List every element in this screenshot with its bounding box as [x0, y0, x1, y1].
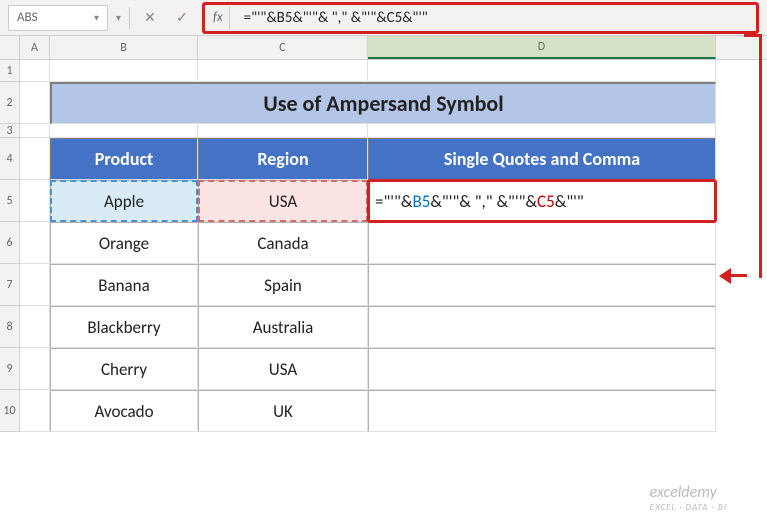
header-product[interactable]: Product [50, 138, 198, 180]
cell-D10[interactable] [368, 390, 716, 432]
cell-D7[interactable] [368, 264, 716, 306]
cell-D6[interactable] [368, 222, 716, 264]
annotation-arrow-head [719, 268, 731, 284]
cell-C10[interactable]: UK [198, 390, 368, 432]
cell-D8[interactable] [368, 306, 716, 348]
title-cell[interactable]: Use of Ampersand Symbol [50, 82, 716, 124]
row-9: 9 Cherry USA [0, 348, 767, 390]
select-all-corner[interactable] [0, 36, 20, 59]
row-6: 6 Orange Canada [0, 222, 767, 264]
cell-B5[interactable]: Apple [50, 180, 198, 222]
formula-bar-highlight: fx ="'"&B5&"'"& "," &"'"&C5&"'" [202, 2, 759, 34]
fx-label: fx [213, 10, 223, 25]
row-header-5[interactable]: 5 [0, 180, 20, 222]
cell-C6[interactable]: Canada [198, 222, 368, 264]
cell-B10[interactable]: Avocado [50, 390, 198, 432]
cell-A5[interactable] [20, 180, 50, 222]
cell-C7[interactable]: Spain [198, 264, 368, 306]
cell-C5[interactable]: USA [198, 180, 368, 222]
watermark: exceldemy EXCEL · DATA · BI [650, 483, 727, 513]
cell-formula-display: ="'"&B5&"'"& "," &"'"&C5&"'" [369, 191, 715, 212]
cell-C3[interactable] [198, 124, 368, 138]
row-header-6[interactable]: 6 [0, 222, 20, 264]
header-region[interactable]: Region [198, 138, 368, 180]
row-header-7[interactable]: 7 [0, 264, 20, 306]
column-headers: A B C D [0, 36, 767, 60]
cell-B1[interactable] [50, 60, 198, 82]
row-10: 10 Avocado UK [0, 390, 767, 432]
cell-A4[interactable] [20, 138, 50, 180]
cell-A9[interactable] [20, 348, 50, 390]
chevron-down-icon[interactable]: ▾ [94, 11, 99, 24]
formula-bar-input[interactable]: ="'"&B5&"'"& "," &"'"&C5&"'" [236, 5, 752, 31]
row-4: 4 Product Region Single Quotes and Comma [0, 138, 767, 180]
cell-A6[interactable] [20, 222, 50, 264]
cell-D3[interactable] [368, 124, 716, 138]
col-header-B[interactable]: B [50, 36, 198, 59]
chevron-down-icon[interactable]: ▾ [116, 11, 121, 24]
cell-D1[interactable] [368, 60, 716, 82]
cell-A3[interactable] [20, 124, 50, 138]
cell-B7[interactable]: Banana [50, 264, 198, 306]
col-header-C[interactable]: C [198, 36, 368, 59]
row-header-4[interactable]: 4 [0, 138, 20, 180]
name-box[interactable]: ABS ▾ [8, 5, 108, 31]
cell-A8[interactable] [20, 306, 50, 348]
cell-C9[interactable]: USA [198, 348, 368, 390]
cell-B3[interactable] [50, 124, 198, 138]
cell-D5-active[interactable]: ="'"&B5&"'"& "," &"'"&C5&"'" [368, 180, 716, 222]
cell-D9[interactable] [368, 348, 716, 390]
divider [229, 7, 230, 29]
cell-B9[interactable]: Cherry [50, 348, 198, 390]
col-header-D[interactable]: D [368, 36, 716, 59]
name-box-value: ABS [17, 10, 38, 25]
formula-toolbar: ABS ▾ ▾ ✕ ✓ fx ="'"&B5&"'"& "," &"'"&C5&… [0, 0, 767, 36]
cell-B6[interactable]: Orange [50, 222, 198, 264]
cell-A2[interactable] [20, 82, 50, 124]
spreadsheet-grid[interactable]: A B C D 1 2 Use of Ampersand Symbol 3 4 … [0, 36, 767, 432]
row-3: 3 [0, 124, 767, 138]
row-5: 5 Apple USA ="'"&B5&"'"& "," &"'"&C5&"'" [0, 180, 767, 222]
cell-C1[interactable] [198, 60, 368, 82]
row-7: 7 Banana Spain [0, 264, 767, 306]
cancel-icon[interactable]: ✕ [138, 6, 162, 30]
row-8: 8 Blackberry Australia [0, 306, 767, 348]
cell-A7[interactable] [20, 264, 50, 306]
row-header-3[interactable]: 3 [0, 124, 20, 138]
row-1: 1 [0, 60, 767, 82]
cell-A10[interactable] [20, 390, 50, 432]
row-2: 2 Use of Ampersand Symbol [0, 82, 767, 124]
col-header-A[interactable]: A [20, 36, 50, 59]
header-result[interactable]: Single Quotes and Comma [368, 138, 716, 180]
formula-bar-text: ="'"&B5&"'"& "," &"'"&C5&"'" [244, 9, 428, 27]
cell-C8[interactable]: Australia [198, 306, 368, 348]
title-text: Use of Ampersand Symbol [263, 90, 503, 117]
row-header-1[interactable]: 1 [0, 60, 20, 82]
cell-A1[interactable] [20, 60, 50, 82]
row-header-8[interactable]: 8 [0, 306, 20, 348]
row-header-2[interactable]: 2 [0, 82, 20, 124]
divider [129, 7, 130, 29]
cell-B8[interactable]: Blackberry [50, 306, 198, 348]
confirm-icon[interactable]: ✓ [170, 6, 194, 30]
row-header-9[interactable]: 9 [0, 348, 20, 390]
row-header-10[interactable]: 10 [0, 390, 20, 432]
